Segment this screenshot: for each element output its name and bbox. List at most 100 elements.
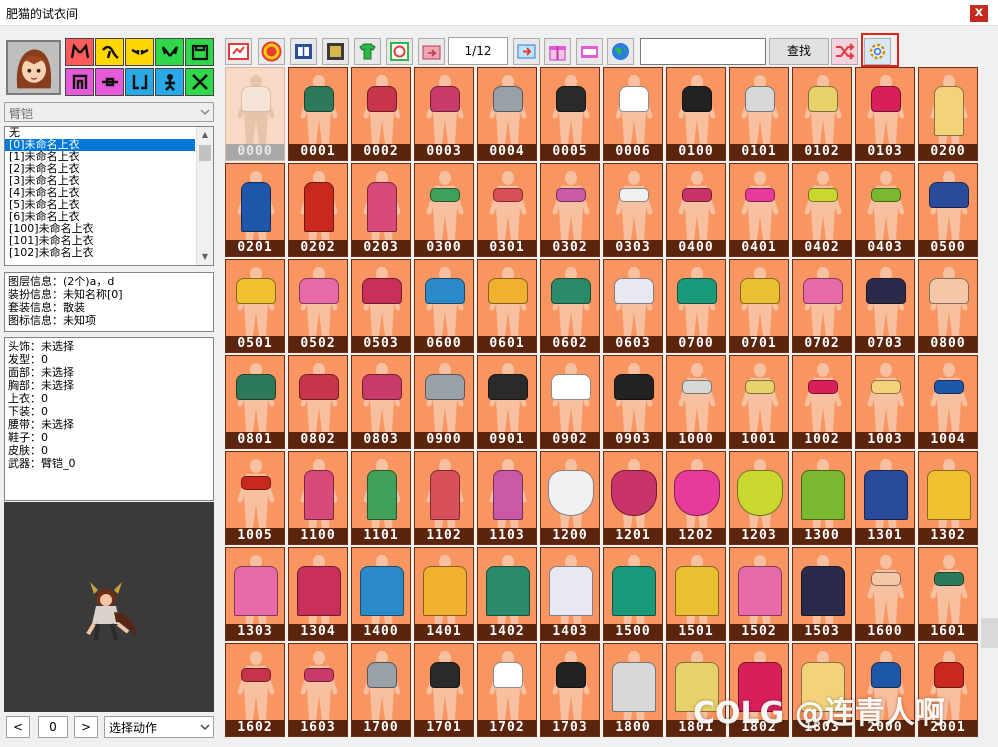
outfit-cell-0902[interactable]: 0902 xyxy=(540,355,600,449)
outfit-list-scrollbar[interactable]: ▲ ▼ xyxy=(196,127,213,265)
outfit-cell-1601[interactable]: 1601 xyxy=(918,547,978,641)
outfit-cell-1603[interactable]: 1603 xyxy=(288,643,348,737)
outfit-cell-0900[interactable]: 0900 xyxy=(414,355,474,449)
outfit-cell-0402[interactable]: 0402 xyxy=(792,163,852,257)
outfit-cell-0901[interactable]: 0901 xyxy=(477,355,537,449)
outfit-cell-1503[interactable]: 1503 xyxy=(792,547,852,641)
outfit-cell-1003[interactable]: 1003 xyxy=(855,355,915,449)
outfit-cell-1303[interactable]: 1303 xyxy=(225,547,285,641)
outfit-cell-1400[interactable]: 1400 xyxy=(351,547,411,641)
search-input[interactable] xyxy=(640,38,766,65)
hair-button[interactable] xyxy=(95,38,124,66)
close-button[interactable]: x xyxy=(970,5,988,22)
scroll-up-icon[interactable]: ▲ xyxy=(197,127,213,143)
outfit-cell-0501[interactable]: 0501 xyxy=(225,259,285,353)
outfit-cell-0101[interactable]: 0101 xyxy=(729,67,789,161)
outfit-cell-0202[interactable]: 0202 xyxy=(288,163,348,257)
outfit-cell-1203[interactable]: 1203 xyxy=(729,451,789,545)
part-select[interactable]: 臂铠 xyxy=(4,102,214,122)
film-button[interactable] xyxy=(322,38,349,65)
export-button[interactable] xyxy=(418,38,445,65)
outfit-cell-0603[interactable]: 0603 xyxy=(603,259,663,353)
outfit-cell-1000[interactable]: 1000 xyxy=(666,355,726,449)
outfit-cell-1703[interactable]: 1703 xyxy=(540,643,600,737)
outfit-cell-0100[interactable]: 0100 xyxy=(666,67,726,161)
outfit-cell-1502[interactable]: 1502 xyxy=(729,547,789,641)
outfit-cell-0801[interactable]: 0801 xyxy=(225,355,285,449)
outfit-cell-1402[interactable]: 1402 xyxy=(477,547,537,641)
size-button[interactable] xyxy=(225,38,252,65)
outfit-cell-1004[interactable]: 1004 xyxy=(918,355,978,449)
outfit-cell-1501[interactable]: 1501 xyxy=(666,547,726,641)
chest-button[interactable] xyxy=(155,38,184,66)
outfit-cell-1500[interactable]: 1500 xyxy=(603,547,663,641)
add-outfit-button[interactable] xyxy=(354,38,381,65)
outfit-cell-0700[interactable]: 0700 xyxy=(666,259,726,353)
outfit-cell-1401[interactable]: 1401 xyxy=(414,547,474,641)
skin-button[interactable] xyxy=(155,68,184,96)
shuffle-button[interactable] xyxy=(831,38,858,65)
outfit-cell-1100[interactable]: 1100 xyxy=(288,451,348,545)
outfit-cell-1005[interactable]: 1005 xyxy=(225,451,285,545)
outfit-cell-1701[interactable]: 1701 xyxy=(414,643,474,737)
belt-button[interactable] xyxy=(95,68,124,96)
outfit-cell-0203[interactable]: 0203 xyxy=(351,163,411,257)
outfit-cell-1101[interactable]: 1101 xyxy=(351,451,411,545)
outfit-cell-0500[interactable]: 0500 xyxy=(918,163,978,257)
outfit-cell-0403[interactable]: 0403 xyxy=(855,163,915,257)
weapon-button[interactable] xyxy=(185,68,214,96)
outfit-cell-0401[interactable]: 0401 xyxy=(729,163,789,257)
outfit-cell-0903[interactable]: 0903 xyxy=(603,355,663,449)
outfit-cell-1403[interactable]: 1403 xyxy=(540,547,600,641)
outfit-list[interactable]: 无 [0]未命名上衣 [1]未命名上衣 [2]未命名上衣 [3]未命名上衣 [4]未命名上… xyxy=(4,126,214,266)
outfit-cell-1702[interactable]: 1702 xyxy=(477,643,537,737)
gift-button[interactable] xyxy=(544,38,571,65)
frame-next-button[interactable]: > xyxy=(74,716,98,738)
frame-number-field[interactable]: 0 xyxy=(38,716,68,738)
outfit-cell-1103[interactable]: 1103 xyxy=(477,451,537,545)
npk-button[interactable] xyxy=(576,38,603,65)
outfit-cell-1602[interactable]: 1602 xyxy=(225,643,285,737)
outfit-cell-1001[interactable]: 1001 xyxy=(729,355,789,449)
outfit-cell-0600[interactable]: 0600 xyxy=(414,259,474,353)
outfit-cell-1302[interactable]: 1302 xyxy=(918,451,978,545)
outfit-cell-0503[interactable]: 0503 xyxy=(351,259,411,353)
outfit-cell-0102[interactable]: 0102 xyxy=(792,67,852,161)
outfit-cell-1301[interactable]: 1301 xyxy=(855,451,915,545)
outfit-cell-0701[interactable]: 0701 xyxy=(729,259,789,353)
outfit-cell-0003[interactable]: 0003 xyxy=(414,67,474,161)
outfit-cell-0300[interactable]: 0300 xyxy=(414,163,474,257)
outfit-cell-1304[interactable]: 1304 xyxy=(288,547,348,641)
outfit-cell-1201[interactable]: 1201 xyxy=(603,451,663,545)
outfit-cell-1600[interactable]: 1600 xyxy=(855,547,915,641)
search-button[interactable]: 查找 xyxy=(769,38,829,65)
globe-button[interactable] xyxy=(607,38,634,65)
outfit-cell-1300[interactable]: 1300 xyxy=(792,451,852,545)
outfit-cell-0702[interactable]: 0702 xyxy=(792,259,852,353)
outfit-cell-0006[interactable]: 0006 xyxy=(603,67,663,161)
outfit-cell-0302[interactable]: 0302 xyxy=(540,163,600,257)
action-select[interactable]: 选择动作 xyxy=(104,716,214,738)
outfit-cell-1102[interactable]: 1102 xyxy=(414,451,474,545)
outfit-cell-0201[interactable]: 0201 xyxy=(225,163,285,257)
outfit-cell-0303[interactable]: 0303 xyxy=(603,163,663,257)
bottom-button[interactable] xyxy=(65,68,94,96)
outfit-cell-1002[interactable]: 1002 xyxy=(792,355,852,449)
scroll-down-icon[interactable]: ▼ xyxy=(197,249,213,265)
outfit-cell-0005[interactable]: 0005 xyxy=(540,67,600,161)
scroll-thumb[interactable] xyxy=(199,145,211,161)
outfit-cell-1800[interactable]: 1800 xyxy=(603,643,663,737)
list-item[interactable]: [102]未命名上衣 xyxy=(5,247,213,259)
outfit-cell-0103[interactable]: 0103 xyxy=(855,67,915,161)
shoes-button[interactable] xyxy=(125,68,154,96)
outfit-cell-0004[interactable]: 0004 xyxy=(477,67,537,161)
outfit-cell-0802[interactable]: 0802 xyxy=(288,355,348,449)
outfit-cell-0301[interactable]: 0301 xyxy=(477,163,537,257)
outfit-cell-1700[interactable]: 1700 xyxy=(351,643,411,737)
outfit-cell-1200[interactable]: 1200 xyxy=(540,451,600,545)
refresh-button[interactable] xyxy=(386,38,413,65)
book-button[interactable] xyxy=(290,38,317,65)
outfit-cell-1202[interactable]: 1202 xyxy=(666,451,726,545)
outfit-cell-0601[interactable]: 0601 xyxy=(477,259,537,353)
face-button[interactable] xyxy=(125,38,154,66)
